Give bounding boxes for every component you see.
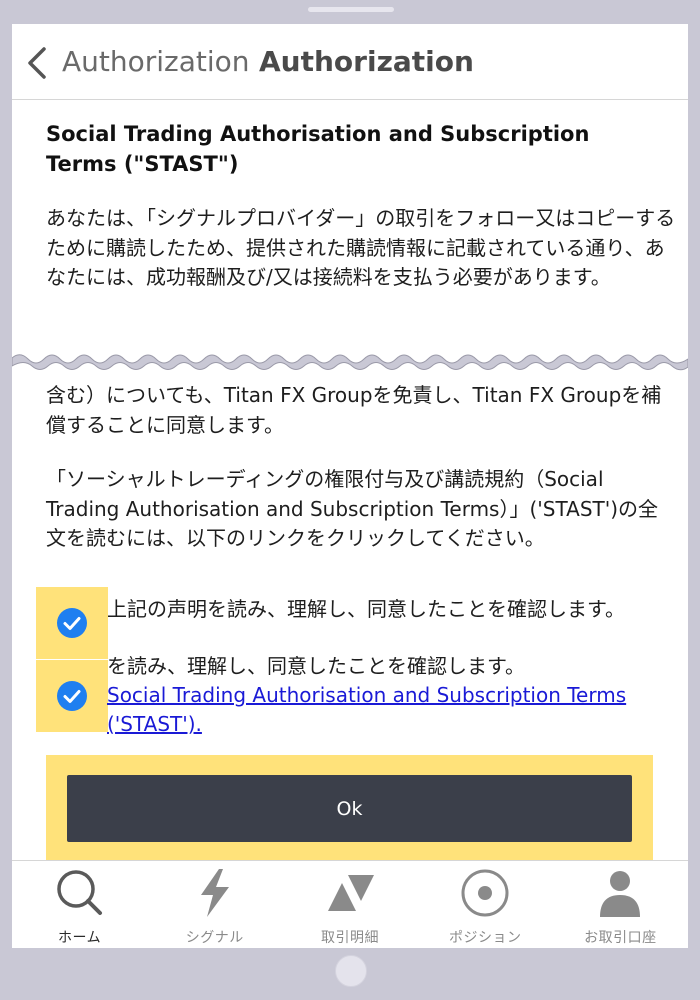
tab-bar: ホーム シグナル 取引明細 ポジション お取引口座 <box>12 860 688 948</box>
person-icon <box>600 871 641 917</box>
tab-label: お取引口座 <box>584 930 657 946</box>
lightning-icon <box>200 869 229 917</box>
stast-terms-link[interactable]: Social Trading Authorisation and Subscri… <box>107 683 626 736</box>
tab-label: ポジション <box>448 930 522 946</box>
phone-screen: Authorization Authorization Social Tradi… <box>12 24 688 948</box>
accept-terms-label: を読み、理解し、同意したことを確認します。 Social Trading Aut… <box>107 652 667 739</box>
navigation-bar: Authorization Authorization <box>12 24 688 100</box>
ok-button-highlight: Ok <box>46 755 653 863</box>
device-home-button[interactable] <box>335 955 367 987</box>
tab-label: ホーム <box>58 930 102 946</box>
up-down-triangles-icon <box>328 875 374 911</box>
confirm-statement-label: 上記の声明を読み、理解し、同意したことを確認します。 <box>107 597 625 621</box>
indemnity-paragraph: 含む）についても、Titan FX Groupを免責し、Titan FX Gro… <box>46 383 662 437</box>
confirm-statement-checkbox[interactable] <box>36 587 108 659</box>
ok-button[interactable]: Ok <box>67 775 632 842</box>
page-title: Authorization <box>259 45 474 78</box>
back-button-label[interactable]: Authorization <box>62 45 250 78</box>
chevron-left-icon[interactable] <box>26 46 48 80</box>
read-terms-paragraph: 「ソーシャルトレーディングの権限付与及び講読規約（Social Trading … <box>46 467 659 550</box>
tab-accounts[interactable]: お取引口座 <box>553 861 688 948</box>
checkmark-circle-icon <box>57 608 87 638</box>
search-icon <box>56 870 102 915</box>
tab-home[interactable]: ホーム <box>12 861 147 948</box>
target-icon <box>461 869 509 917</box>
tab-label: シグナル <box>185 930 244 946</box>
terms-title: Social Trading Authorisation and Subscri… <box>46 122 590 176</box>
tab-signal[interactable]: シグナル <box>147 861 282 948</box>
tab-label: 取引明細 <box>321 930 379 946</box>
device-speaker <box>308 7 394 12</box>
accept-terms-checkbox[interactable] <box>36 660 108 732</box>
tab-positions[interactable]: ポジション <box>418 861 553 948</box>
accept-terms-prefix: を読み、理解し、同意したことを確認します。 <box>107 654 525 678</box>
fee-paragraph: あなたは、「シグナルプロバイダー」の取引をフォロー又はコピーするために購読したた… <box>46 206 676 289</box>
tab-trade-history[interactable]: 取引明細 <box>282 861 417 948</box>
page-break-divider <box>12 339 688 371</box>
checkmark-circle-icon <box>57 681 87 711</box>
